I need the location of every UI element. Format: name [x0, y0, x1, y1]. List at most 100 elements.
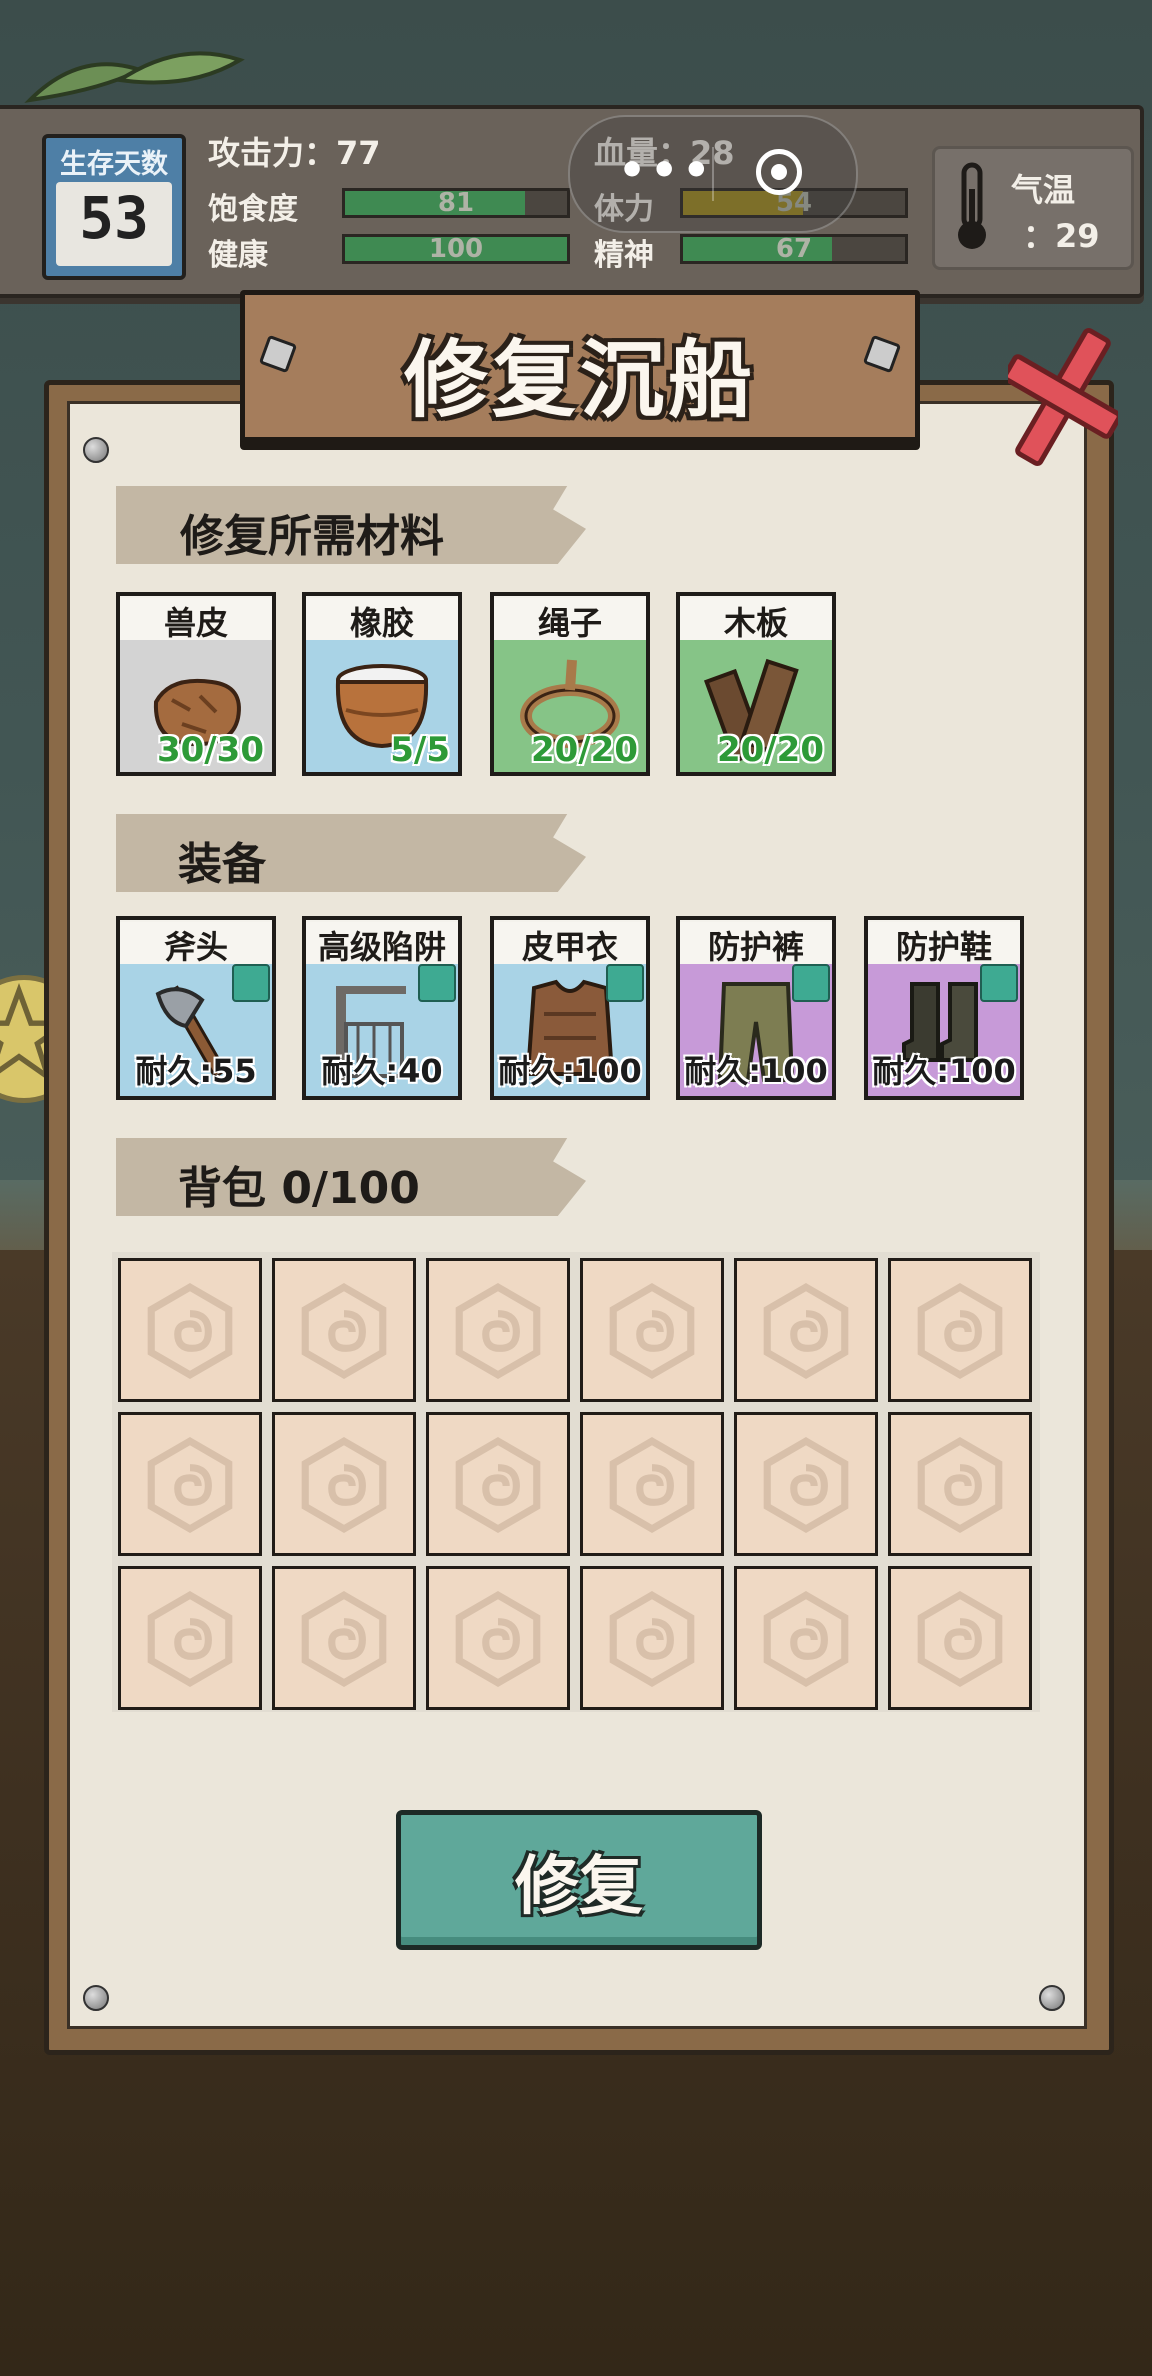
swirl-icon — [147, 1283, 233, 1380]
material-count: 20/20 — [530, 730, 638, 770]
equipment-card-pants[interactable]: 防护裤 耐久:100 — [676, 916, 836, 1100]
survival-days-value: 53 — [79, 184, 149, 252]
repair-button[interactable]: 修复 — [396, 1810, 762, 1950]
leaves-decoration-icon — [24, 51, 245, 103]
bag-slot[interactable] — [426, 1566, 570, 1710]
zoom-icon[interactable] — [232, 964, 270, 1002]
temperature-value: ：29 — [1023, 217, 1100, 255]
swirl-icon — [147, 1437, 233, 1534]
swirl-icon — [763, 1591, 849, 1688]
zoom-icon[interactable] — [418, 964, 456, 1002]
rivet-icon — [83, 437, 109, 463]
close-icon[interactable] — [1008, 322, 1118, 472]
survival-days-label: 生存天数 — [60, 149, 168, 180]
bag-slot[interactable] — [272, 1258, 416, 1402]
bag-slot[interactable] — [118, 1258, 262, 1402]
zoom-icon[interactable] — [792, 964, 830, 1002]
temperature-label: 气温 — [1011, 171, 1076, 209]
bag-slot[interactable] — [734, 1258, 878, 1402]
bag-slot[interactable] — [888, 1258, 1032, 1402]
satiety-bar: 81 — [342, 188, 570, 218]
health-label: 健康 — [208, 238, 268, 273]
swirl-icon — [301, 1437, 387, 1534]
bag-title: 背包 0/100 — [178, 1163, 420, 1214]
material-card-hide[interactable]: 兽皮 30/30 — [116, 592, 276, 776]
swirl-icon — [301, 1591, 387, 1688]
materials-banner: 修复所需材料 — [116, 486, 586, 564]
swirl-icon — [763, 1283, 849, 1380]
material-card-plank[interactable]: 木板 20/20 — [676, 592, 836, 776]
swirl-icon — [455, 1437, 541, 1534]
bag-slot[interactable] — [888, 1412, 1032, 1556]
equipment-card-boots[interactable]: 防护鞋 耐久:100 — [864, 916, 1024, 1100]
bag-grid — [112, 1252, 1040, 1712]
panel-title: 修复沉船 — [403, 331, 756, 429]
equipment-durability: 耐久:40 — [321, 1052, 443, 1090]
health-bar: 100 — [342, 234, 570, 264]
material-name: 木板 — [680, 598, 832, 642]
equipment-durability: 耐久:55 — [135, 1052, 257, 1090]
spirit-label: 精神 — [594, 238, 654, 273]
swirl-icon — [455, 1591, 541, 1688]
equipment-card-leather-armor[interactable]: 皮甲衣 耐久:100 — [490, 916, 650, 1100]
repair-button-label: 修复 — [515, 1850, 643, 1924]
bag-slot[interactable] — [118, 1412, 262, 1556]
miniprogram-capsule: ••• — [568, 115, 858, 233]
equipment-title: 装备 — [178, 839, 266, 890]
materials-title: 修复所需材料 — [180, 511, 444, 562]
spirit-bar: 67 — [680, 234, 908, 264]
thermometer-icon — [958, 162, 986, 249]
swirl-icon — [609, 1591, 695, 1688]
equipment-name: 防护裤 — [680, 922, 832, 966]
equipment-name: 斧头 — [120, 922, 272, 966]
material-name: 兽皮 — [120, 598, 272, 642]
zoom-icon[interactable] — [606, 964, 644, 1002]
bag-slot[interactable] — [580, 1566, 724, 1710]
equipment-name: 高级陷阱 — [306, 922, 458, 966]
material-name: 橡胶 — [306, 598, 458, 642]
bag-banner: 背包 0/100 — [116, 1138, 586, 1216]
bag-slot[interactable] — [734, 1566, 878, 1710]
material-name: 绳子 — [494, 598, 646, 642]
material-card-rubber[interactable]: 橡胶 5/5 — [302, 592, 462, 776]
material-card-rope[interactable]: 绳子 20/20 — [490, 592, 650, 776]
attack-stat: 攻击力：77 — [208, 134, 381, 172]
bag-slot[interactable] — [580, 1412, 724, 1556]
bag-slot[interactable] — [580, 1258, 724, 1402]
swirl-icon — [609, 1283, 695, 1380]
swirl-icon — [917, 1437, 1003, 1534]
bag-slot[interactable] — [272, 1412, 416, 1556]
zoom-icon[interactable] — [980, 964, 1018, 1002]
satiety-label: 饱食度 — [208, 192, 298, 227]
equipment-durability: 耐久:100 — [872, 1052, 1016, 1090]
rivet-icon — [1039, 1985, 1065, 2011]
material-count: 5/5 — [390, 730, 450, 770]
swirl-icon — [147, 1591, 233, 1688]
target-icon[interactable] — [756, 149, 802, 195]
more-dots-icon[interactable]: ••• — [618, 145, 714, 196]
equipment-durability: 耐久:100 — [498, 1052, 642, 1090]
equipment-name: 皮甲衣 — [494, 922, 646, 966]
equipment-card-trap[interactable]: 高级陷阱 耐久:40 — [302, 916, 462, 1100]
swirl-icon — [917, 1283, 1003, 1380]
bag-slot[interactable] — [426, 1412, 570, 1556]
material-count: 20/20 — [716, 730, 824, 770]
equipment-banner: 装备 — [116, 814, 586, 892]
temperature-box: 气温 ：29 — [932, 146, 1134, 270]
equipment-card-axe[interactable]: 斧头 耐久:55 — [116, 916, 276, 1100]
survival-days-box: 生存天数 53 — [42, 134, 186, 280]
bag-slot[interactable] — [272, 1566, 416, 1710]
swirl-icon — [609, 1437, 695, 1534]
bag-slot[interactable] — [734, 1412, 878, 1556]
equipment-name: 防护鞋 — [868, 922, 1020, 966]
bag-slot[interactable] — [118, 1566, 262, 1710]
title-plank: 修复沉船 — [240, 290, 920, 442]
rivet-icon — [83, 1985, 109, 2011]
bag-slot[interactable] — [888, 1566, 1032, 1710]
swirl-icon — [455, 1283, 541, 1380]
material-count: 30/30 — [156, 730, 264, 770]
bag-slot[interactable] — [426, 1258, 570, 1402]
equipment-durability: 耐久:100 — [684, 1052, 828, 1090]
swirl-icon — [301, 1283, 387, 1380]
swirl-icon — [763, 1437, 849, 1534]
